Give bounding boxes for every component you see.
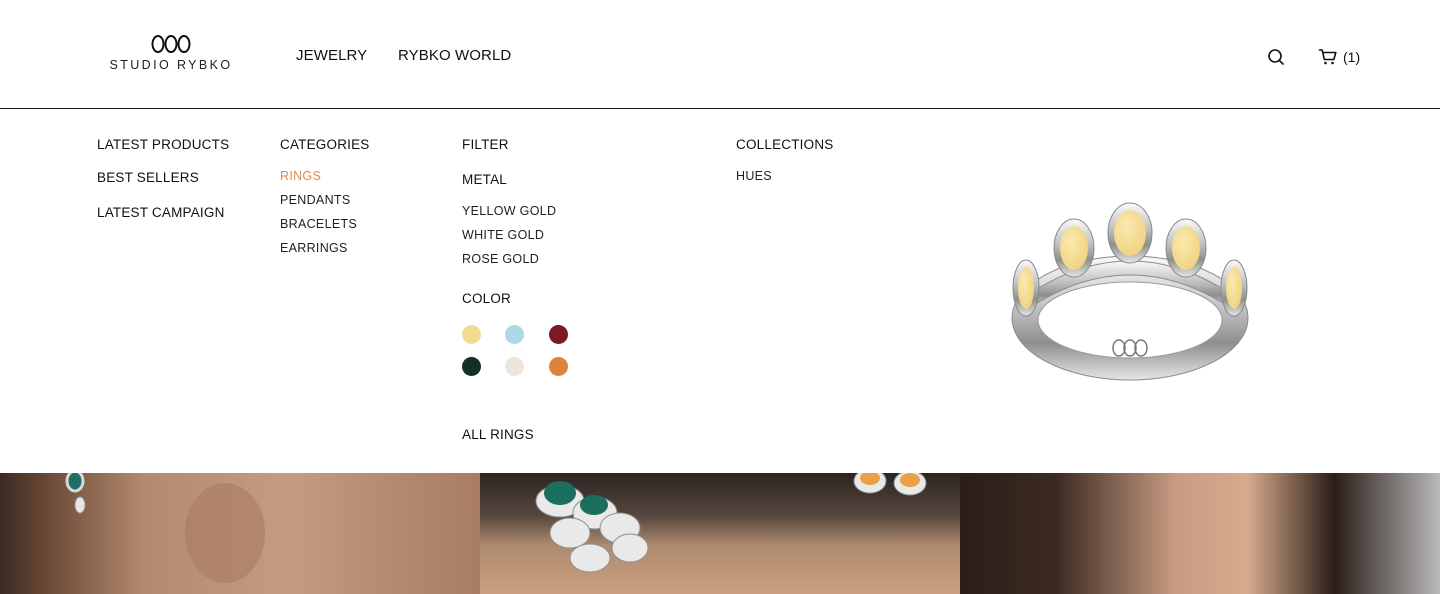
metal-rose-gold[interactable]: ROSE GOLD xyxy=(462,252,556,276)
site-header: STUDIO RYBKO JEWELRY RYBKO WORLD (1) xyxy=(0,0,1440,109)
category-rings[interactable]: RINGS xyxy=(280,169,357,193)
rings-detail xyxy=(535,473,927,573)
search-button[interactable] xyxy=(1266,47,1286,67)
collection-hues[interactable]: HUES xyxy=(736,169,772,183)
brand-logo[interactable]: STUDIO RYBKO xyxy=(105,34,237,82)
categories-heading-wrap: CATEGORIES xyxy=(280,137,370,152)
search-icon xyxy=(1268,49,1284,65)
categories-heading: CATEGORIES xyxy=(280,137,370,152)
metal-white-gold[interactable]: WHITE GOLD xyxy=(462,228,556,252)
earring-detail xyxy=(65,473,265,583)
nav-jewelry[interactable]: JEWELRY xyxy=(296,47,367,64)
cart-count: (1) xyxy=(1343,49,1361,65)
color-swatch[interactable] xyxy=(462,325,481,344)
campaign-photo-earring[interactable] xyxy=(0,473,480,594)
color-swatch[interactable] xyxy=(462,357,481,376)
color-swatch[interactable] xyxy=(505,325,524,344)
categories-list: RINGS PENDANTS BRACELETS EARRINGS xyxy=(280,169,357,265)
featured-ring-image[interactable] xyxy=(1006,200,1254,386)
campaign-photo-rings[interactable] xyxy=(480,473,960,594)
metal-list: YELLOW GOLD WHITE GOLD ROSE GOLD xyxy=(462,204,556,276)
collections-list: HUES xyxy=(736,169,772,183)
featured-link-wrap: LATEST CAMPAIGN xyxy=(97,205,225,220)
collections-heading-wrap: COLLECTIONS xyxy=(736,137,833,152)
filter-heading: FILTER xyxy=(462,137,509,152)
campaign-photo-portrait[interactable] xyxy=(960,473,1440,594)
color-heading-wrap: COLOR xyxy=(462,291,511,306)
nav-rybko-world[interactable]: RYBKO WORLD xyxy=(398,47,511,64)
cart-icon xyxy=(1318,49,1337,65)
campaign-photos xyxy=(0,473,1440,594)
color-swatch[interactable] xyxy=(549,325,568,344)
logo-rings-icon xyxy=(151,35,191,53)
color-swatch[interactable] xyxy=(505,357,524,376)
metal-heading: METAL xyxy=(462,172,508,187)
cart-button[interactable]: (1) xyxy=(1318,47,1360,67)
metal-heading-wrap: METAL xyxy=(462,172,507,187)
color-swatch[interactable] xyxy=(549,357,568,376)
menu-best-sellers[interactable]: BEST SELLERS xyxy=(97,170,199,185)
category-pendants[interactable]: PENDANTS xyxy=(280,193,357,217)
menu-latest-products[interactable]: LATEST PRODUCTS xyxy=(97,137,229,152)
metal-yellow-gold[interactable]: YELLOW GOLD xyxy=(462,204,556,228)
menu-latest-campaign[interactable]: LATEST CAMPAIGN xyxy=(97,205,225,220)
collections-heading: COLLECTIONS xyxy=(736,137,834,152)
all-rings-link[interactable]: ALL RINGS xyxy=(462,427,534,442)
featured-link-wrap: BEST SELLERS xyxy=(97,170,199,185)
color-heading: COLOR xyxy=(462,291,512,306)
brand-name: STUDIO RYBKO xyxy=(109,58,233,72)
featured-links: LATEST PRODUCTS xyxy=(97,137,229,152)
filter-heading-wrap: FILTER xyxy=(462,137,509,152)
category-bracelets[interactable]: BRACELETS xyxy=(280,217,357,241)
category-earrings[interactable]: EARRINGS xyxy=(280,241,357,265)
all-rings-wrap: ALL RINGS xyxy=(462,427,534,442)
